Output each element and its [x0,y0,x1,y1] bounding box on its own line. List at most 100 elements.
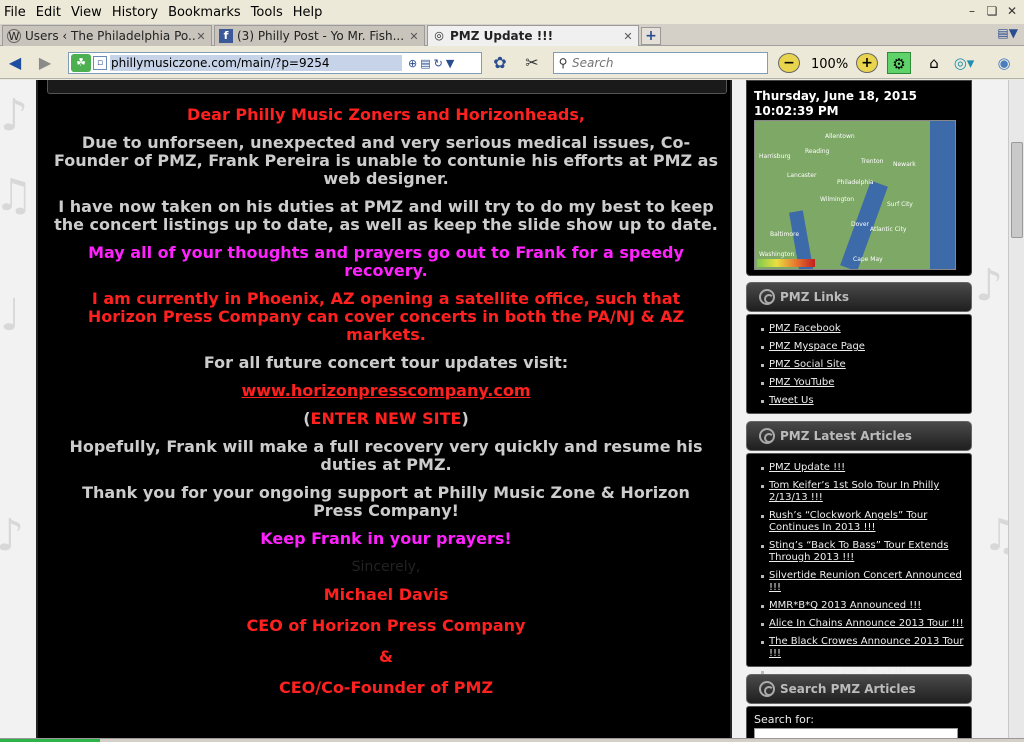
addon-icon[interactable]: ⚙ [887,52,911,74]
site-identity-icon[interactable]: ☘ [71,54,91,72]
bird-icon[interactable]: ◉ [992,52,1016,74]
article-link[interactable]: Tom Keifer’s 1st Solo Tour In Philly 2/1… [761,477,965,507]
greeting: Dear Philly Music Zoners and Horizonhead… [187,105,585,124]
weather-radar-map[interactable]: Harrisburg Reading Allentown Trenton New… [754,120,956,270]
enter-new-site-link[interactable]: ENTER NEW SITE [311,409,462,428]
home-icon[interactable]: ⌂ [922,52,946,74]
tab-pmz-update[interactable]: ◎ PMZ Update !!! ✕ [427,25,639,46]
new-tab-button[interactable]: + [641,27,661,45]
widget-title: PMZ Links [780,290,850,304]
radar-town: Lancaster [787,172,817,179]
widget-title: Search PMZ Articles [780,682,916,696]
tools-icon[interactable]: ✂ [521,52,543,74]
radar-town: Philadelphia [837,179,874,186]
radar-town: Atlantic City [870,226,907,233]
radar-town: Harrisburg [759,153,791,160]
horizon-link[interactable]: www.horizonpresscompany.com [241,381,530,400]
radar-town: Baltimore [770,231,800,238]
tab-bar: W Users ‹ The Philadelphia Po... ✕ f (3)… [0,24,1024,46]
page-icon: ▫ [93,56,107,70]
wordpress-icon: W [7,29,21,43]
gesture-icon[interactable]: ✿ [489,52,511,74]
status-bar [0,738,1024,742]
rss-icon[interactable]: ▤ [420,57,430,70]
signature-title-2: CEO/Co-Founder of PMZ [278,678,494,697]
menu-view[interactable]: View [66,5,107,20]
article-link[interactable]: Silvertide Reunion Concert Announced !!! [761,567,965,597]
article-link[interactable]: Sting’s “Back To Bass” Tour Extends Thro… [761,537,965,567]
tab-philly-post[interactable]: f (3) Philly Post - Yo Mr. Fish... ✕ [214,25,425,46]
scrollbar-thumb[interactable] [1011,142,1023,238]
paragraph-duties: I have now taken on his duties at PMZ an… [54,197,718,234]
menu-help[interactable]: Help [288,5,328,20]
signoff: Sincerely, [351,559,421,575]
menu-tools[interactable]: Tools [246,5,288,20]
zoom-out-icon[interactable]: − [778,53,800,73]
page-viewport: ♪ ♫ ♩ ♪ ♪ ♫ Dear Philly Music Zoners and… [0,80,1008,742]
radar-town: Cape May [853,256,883,263]
tab-list-icon[interactable]: ▤▼ [997,26,1018,40]
link-pmz-social[interactable]: PMZ Social Site [761,356,965,374]
search-input[interactable] [572,56,762,70]
article-link[interactable]: PMZ Update !!! [761,459,965,477]
navigation-bar: ◀ ▶ ☘ ▫ phillymusiczone.com/main/?p=9254… [0,47,1024,79]
spiral-icon [759,289,775,305]
paragraph-prayers: May all of your thoughts and prayers go … [88,243,684,280]
zoom-in-icon[interactable]: + [856,53,878,73]
signature-ampersand: & [379,647,393,666]
paragraph-thanks: Thank you for your ongoing support at Ph… [82,483,690,520]
signature-name: Michael Davis [323,585,449,604]
article-link[interactable]: Alice In Chains Announce 2013 Tour !!! [761,615,965,633]
music-note-icon: ♪ [0,510,25,561]
dropdown-icon[interactable]: ▼ [446,57,454,70]
post-header-strip [47,80,727,94]
back-icon[interactable]: ◀ [4,52,26,74]
link-pmz-facebook[interactable]: PMZ Facebook [761,320,965,338]
close-icon[interactable]: ✕ [1004,3,1020,19]
radar-legend [757,259,815,267]
restore-icon[interactable]: ❏ [984,3,1000,19]
add-bookmark-icon[interactable]: ⊕ [408,57,417,70]
link-tweet-us[interactable]: Tweet Us [761,392,965,410]
article-link[interactable]: Rush’s “Clockwork Angels” Tour Continues… [761,507,965,537]
tab-close-icon[interactable]: ✕ [195,30,207,43]
url-text[interactable]: phillymusiczone.com/main/?p=9254 [110,55,402,71]
menu-bookmarks[interactable]: Bookmarks [163,5,246,20]
globe-icon[interactable]: ◎▾ [952,52,976,74]
paren-open: ( [303,409,311,428]
vertical-scrollbar[interactable] [1008,80,1024,742]
ocean-water [930,121,955,269]
tab-close-icon[interactable]: ✕ [408,30,420,43]
link-pmz-youtube[interactable]: PMZ YouTube [761,374,965,392]
menu-file[interactable]: File [0,5,31,20]
paragraph-phoenix: I am currently in Phoenix, AZ opening a … [87,289,685,344]
menu-history[interactable]: History [107,5,163,20]
radar-town: Reading [805,148,830,155]
search-icon: ⚲ [558,56,568,70]
menu-edit[interactable]: Edit [31,5,66,20]
article-link[interactable]: The Black Crowes Announce 2013 Tour !!! [761,633,965,663]
music-note-icon: ♩ [0,290,21,341]
paren-close: ) [461,409,469,428]
spiral-icon [759,681,775,697]
search-label: Search for: [754,713,814,726]
radar-town: Allentown [825,133,855,140]
minimize-icon[interactable]: – [964,3,980,19]
forward-icon[interactable]: ▶ [34,52,56,74]
radar-town: Newark [893,161,916,168]
music-note-icon: ♫ [982,510,1008,561]
radar-town: Wilmington [820,196,855,203]
reload-icon[interactable]: ↻ [434,57,443,70]
pmz-articles-widget: PMZ Latest Articles PMZ Update !!! Tom K… [746,421,972,677]
menu-bar: File Edit View History Bookmarks Tools H… [0,0,1024,24]
main-content: Dear Philly Music Zoners and Horizonhead… [36,80,732,742]
tab-close-icon[interactable]: ✕ [622,30,634,43]
zoom-level: 100% [811,57,849,72]
tab-users[interactable]: W Users ‹ The Philadelphia Po... ✕ [2,25,212,46]
pmz-search-widget: Search PMZ Articles Search for: [746,674,972,742]
link-pmz-myspace[interactable]: PMZ Myspace Page [761,338,965,356]
article-link[interactable]: MMR*B*Q 2013 Announced !!! [761,597,965,615]
datetime: Thursday, June 18, 2015 10:02:39 PM [754,89,917,118]
url-bar[interactable]: ☘ ▫ phillymusiczone.com/main/?p=9254 ⊕ ▤… [68,52,482,74]
search-box[interactable]: ⚲ [553,52,768,74]
